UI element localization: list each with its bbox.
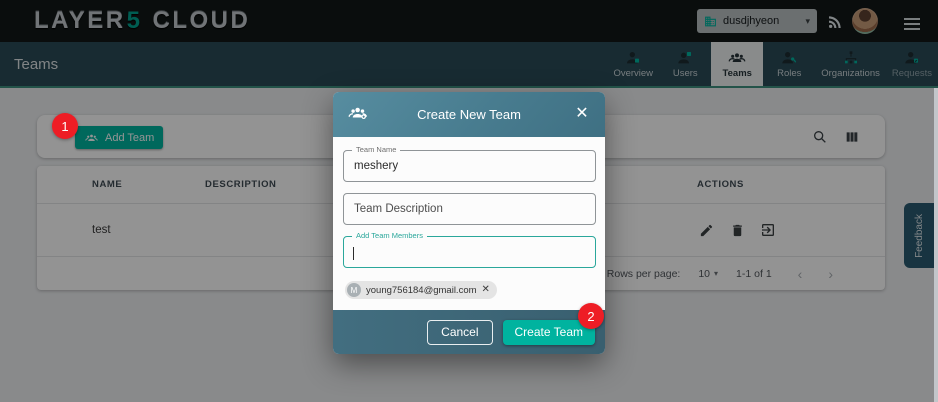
modal-footer: Cancel Create Team (333, 310, 605, 354)
member-initial-avatar: M (347, 283, 361, 297)
add-team-members-field: Add Team Members (343, 236, 596, 268)
member-email: young756184@gmail.com (366, 285, 477, 296)
add-team-members-input[interactable] (344, 237, 595, 267)
modal-body: Team Name Add Team Members M young756184… (333, 137, 605, 310)
member-email-chip: M young756184@gmail.com ✕ (345, 281, 497, 299)
app-window: LAYER5CLOUD dusdjhyeon ▾ Teams Overview (0, 0, 938, 402)
team-description-field (343, 193, 596, 225)
window-edge-strip (934, 88, 938, 402)
annotation-step-2-badge: 2 (578, 303, 604, 329)
annotation-step-1-badge: 1 (52, 113, 78, 139)
team-name-input[interactable] (344, 151, 595, 181)
team-description-input[interactable] (344, 194, 595, 224)
text-cursor (353, 247, 354, 260)
cancel-button[interactable]: Cancel (427, 320, 492, 345)
modal-header: Create New Team ✕ (333, 92, 605, 137)
team-name-field: Team Name (343, 150, 596, 182)
create-team-modal: Create New Team ✕ Team Name Add Team Mem… (333, 92, 605, 354)
remove-member-icon[interactable]: ✕ (482, 285, 490, 295)
close-icon[interactable]: ✕ (571, 103, 593, 125)
modal-title: Create New Team (333, 107, 605, 122)
